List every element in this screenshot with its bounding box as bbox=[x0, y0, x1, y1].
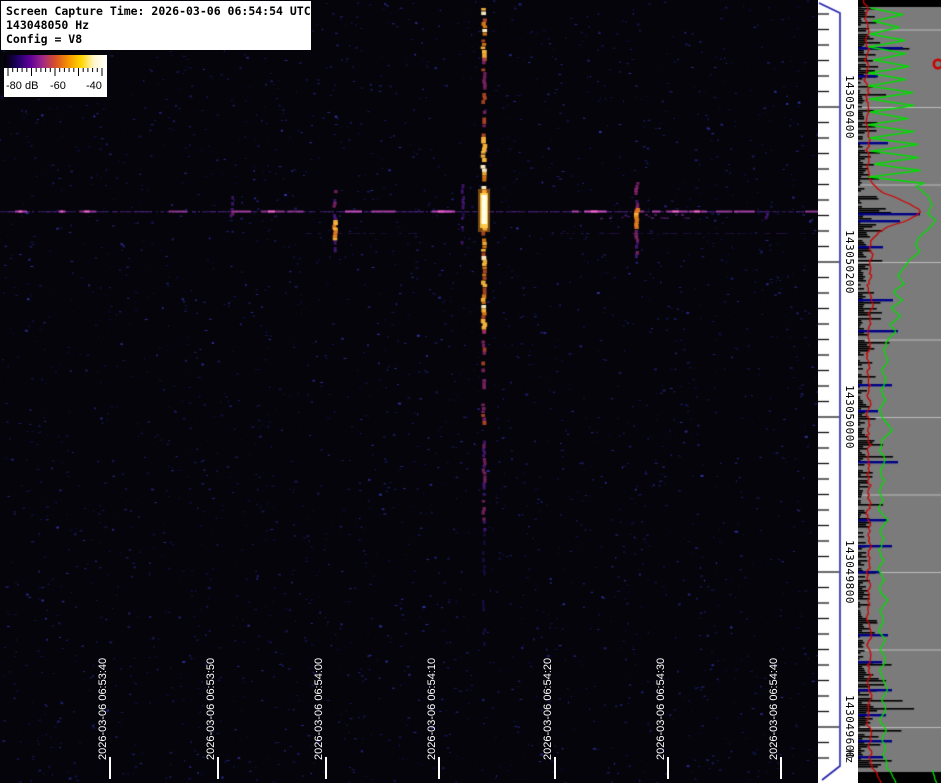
freq-label-143050400: 143050400 bbox=[842, 67, 857, 147]
colorbar-label-40db: -40 bbox=[86, 80, 102, 92]
intensity-colorbar: -80 dB -60 -40 bbox=[4, 55, 107, 97]
time-label: 2026-03-06 06:54:30 bbox=[654, 632, 668, 760]
time-tick-mark bbox=[109, 757, 111, 779]
colorbar-labels: -80 dB -60 -40 bbox=[4, 77, 107, 95]
capture-time-text: Screen Capture Time: 2026-03-06 06:54:54… bbox=[6, 4, 306, 18]
time-label: 2026-03-06 06:53:40 bbox=[96, 632, 110, 760]
center-frequency-text: 143048050 Hz bbox=[6, 18, 306, 32]
colorbar-scale: -80 dB -60 -40 bbox=[4, 68, 107, 97]
config-text: Config = V8 bbox=[6, 32, 306, 46]
waterfall-spectrogram bbox=[0, 0, 818, 783]
colorbar-label-60db: -60 bbox=[50, 80, 66, 92]
capture-info-box: Screen Capture Time: 2026-03-06 06:54:54… bbox=[1, 1, 311, 50]
freq-label-143049800: 143049800 bbox=[842, 532, 857, 612]
time-label: 2026-03-06 06:54:40 bbox=[767, 632, 781, 760]
time-label: 2026-03-06 06:54:20 bbox=[541, 632, 555, 760]
time-tick-mark bbox=[780, 757, 782, 779]
colorbar-gradient bbox=[4, 55, 107, 68]
freq-label-143050000: 143050000 bbox=[842, 377, 857, 457]
meteor-monitor-screen: Screen Capture Time: 2026-03-06 06:54:54… bbox=[0, 0, 941, 783]
freq-label-143050200: 143050200 bbox=[842, 222, 857, 302]
time-tick-mark bbox=[438, 757, 440, 779]
frequency-unit-label: Hz bbox=[842, 750, 857, 776]
time-label: 2026-03-06 06:54:00 bbox=[312, 632, 326, 760]
time-label: 2026-03-06 06:54:10 bbox=[425, 632, 439, 760]
time-tick-mark bbox=[554, 757, 556, 779]
colorbar-label-80db: -80 dB bbox=[6, 80, 38, 92]
time-label: 2026-03-06 06:53:50 bbox=[204, 632, 218, 760]
time-tick-mark bbox=[325, 757, 327, 779]
time-tick-mark bbox=[667, 757, 669, 779]
spectrum-graph bbox=[858, 0, 941, 783]
time-tick-mark bbox=[217, 757, 219, 779]
